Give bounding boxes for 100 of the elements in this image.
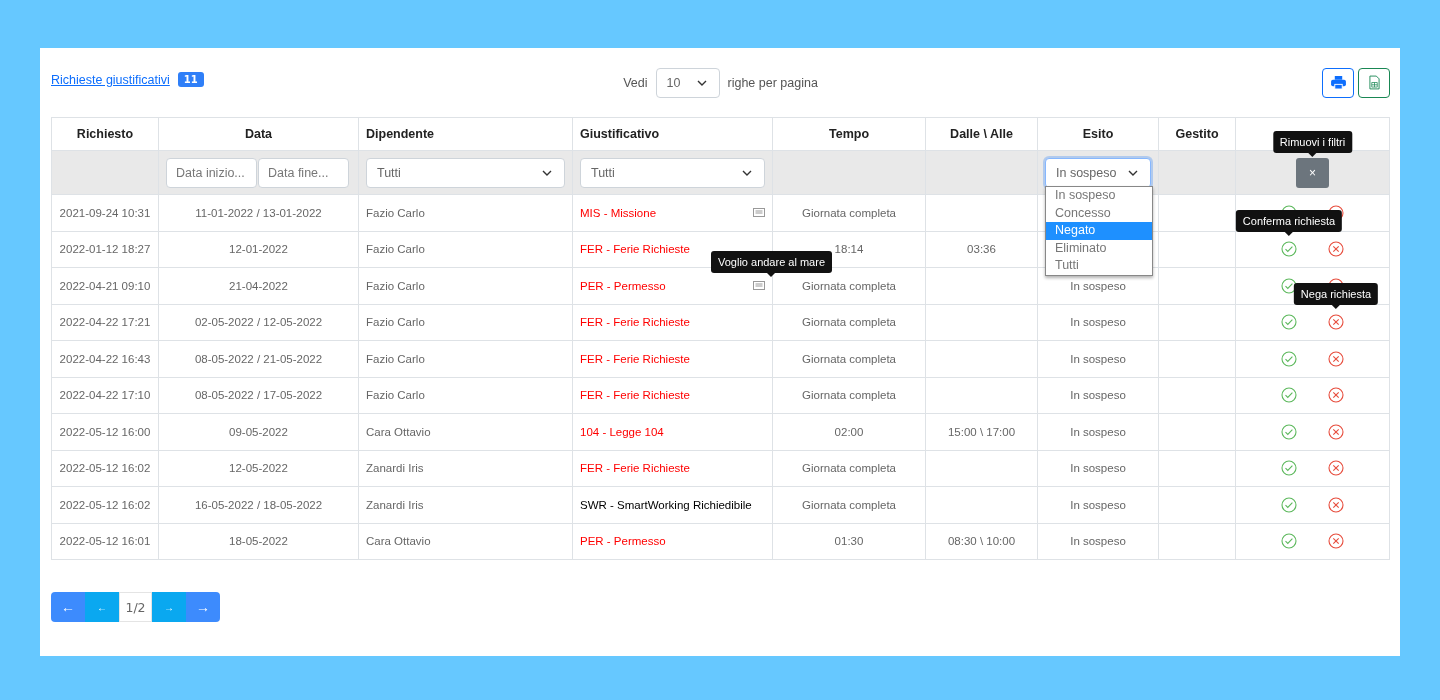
table-cell: Giornata completa [802, 352, 896, 365]
table-cell: 08-05-2022 / 17-05-2022 [194, 389, 323, 402]
table-cell: FER - Ferie Richieste [580, 389, 690, 402]
table-cell: PER - Permesso [580, 279, 666, 292]
table-cell: 2022-05-12 16:00 [59, 425, 151, 438]
pagination-button[interactable]: → [152, 592, 186, 622]
table-cell: In sospeso [1070, 316, 1126, 329]
dropdown-option[interactable]: Tutti [1046, 257, 1152, 275]
check-circle-icon[interactable] [1281, 533, 1297, 550]
table-cell: 15:00 \ 17:00 [947, 425, 1016, 438]
table-cell: 02:00 [834, 425, 864, 438]
table-cell: FER - Ferie Richieste [580, 243, 690, 256]
column-header: Richiesto [76, 127, 134, 141]
page-number: 1/2 [119, 592, 152, 622]
column-header: Esito [1082, 127, 1114, 141]
dropdown-option[interactable]: Negato [1046, 222, 1152, 240]
chevron-icon [696, 79, 707, 86]
table-cell: 09-05-2022 [229, 425, 288, 438]
tooltip: Conferma richiesta [1235, 210, 1343, 233]
table-cell: Giornata completa [802, 316, 896, 329]
check-circle-icon[interactable] [1281, 314, 1297, 331]
table-cell: Cara Ottavio [366, 425, 431, 438]
table-cell: 08-05-2022 / 21-05-2022 [194, 352, 323, 365]
table-cell: In sospeso [1070, 425, 1126, 438]
pagination-button[interactable]: → [186, 592, 220, 622]
pagination-button[interactable]: ← [51, 592, 85, 622]
page-size-select[interactable]: 10 [655, 67, 720, 98]
column-header: Dipendente [366, 127, 435, 141]
outcome-filter-select[interactable]: In sospeso [1045, 157, 1151, 188]
table-cell: Fazio Carlo [366, 316, 425, 329]
table-cell: 2022-05-12 16:02 [59, 498, 151, 511]
per-page-label: righe per pagina [727, 75, 818, 90]
clear-filters-button[interactable]: × [1296, 157, 1329, 188]
show-label: Vedi [623, 75, 648, 90]
table-cell: Fazio Carlo [366, 279, 425, 292]
note-icon[interactable] [753, 281, 765, 291]
column-header: Tempo [828, 127, 869, 141]
table-cell: In sospeso [1070, 498, 1126, 511]
table-cell: 2022-05-12 16:01 [59, 535, 151, 548]
table-cell: 11-01-2022 / 13-01-2022 [195, 206, 322, 219]
table-cell: 2022-04-21 09:10 [59, 279, 151, 292]
check-circle-icon[interactable] [1281, 350, 1297, 367]
table-cell: 104 - Legge 104 [580, 425, 664, 438]
table-cell: 2021-09-24 10:31 [59, 206, 151, 219]
check-circle-icon[interactable] [1281, 460, 1297, 477]
table-cell: 2022-05-12 16:02 [59, 462, 151, 475]
justification-filter-select[interactable]: Tutti [580, 157, 765, 188]
export-button[interactable] [1358, 67, 1390, 98]
print-button[interactable] [1322, 67, 1354, 98]
check-circle-icon[interactable] [1281, 496, 1297, 513]
table-cell: In sospeso [1070, 389, 1126, 402]
table-cell: Giornata completa [802, 206, 896, 219]
column-header: Data [244, 127, 273, 141]
check-circle-icon[interactable] [1281, 241, 1297, 258]
check-circle-icon[interactable] [1281, 423, 1297, 440]
table-cell: Cara Ottavio [366, 535, 431, 548]
dropdown-option[interactable]: In sospeso [1046, 187, 1152, 205]
table-cell: 02-05-2022 / 12-05-2022 [194, 316, 323, 329]
chevron-icon [542, 169, 552, 176]
table-cell: 18-05-2022 [229, 535, 288, 548]
table-cell: 03:36 [967, 243, 996, 256]
table-cell: MIS - Missione [580, 206, 657, 219]
table-cell: In sospeso [1070, 352, 1126, 365]
start-date-field[interactable]: Data inizio... [166, 157, 257, 188]
pagination-button[interactable]: ← [85, 592, 119, 622]
note-icon[interactable] [753, 208, 765, 218]
end-date-field[interactable]: Data fine... [258, 157, 349, 188]
table-cell: Giornata completa [802, 389, 896, 402]
table-cell: Zanardi Iris [366, 462, 424, 475]
table-cell: 01:30 [834, 535, 864, 548]
chevron-icon [1128, 169, 1138, 176]
title-link[interactable]: Richieste giustificativi [51, 72, 170, 87]
table-cell: Fazio Carlo [366, 206, 425, 219]
count-badge: 11 [177, 72, 204, 87]
column-header: Gestito [1175, 127, 1219, 141]
check-circle-icon[interactable] [1281, 387, 1297, 404]
table-cell: In sospeso [1070, 462, 1126, 475]
tooltip: Nega richiesta [1293, 283, 1379, 306]
table-cell: 16-05-2022 / 18-05-2022 [194, 498, 323, 511]
column-header: Dalle \ Alle [950, 127, 1013, 141]
table-cell: 18:14 [834, 243, 864, 256]
employee-filter-select[interactable]: Tutti [366, 157, 565, 188]
table-cell: FER - Ferie Richieste [580, 462, 690, 475]
table-cell: Zanardi Iris [366, 498, 424, 511]
table-cell: 2022-04-22 17:10 [59, 389, 151, 402]
table-cell: In sospeso [1070, 279, 1126, 292]
table-cell: Fazio Carlo [366, 243, 425, 256]
printer-icon [1330, 76, 1346, 89]
table-cell: Fazio Carlo [366, 352, 425, 365]
spreadsheet-file-icon [1368, 75, 1380, 90]
chevron-icon [742, 169, 752, 176]
table-cell: Giornata completa [802, 462, 896, 475]
table-cell: 2022-04-22 16:43 [59, 352, 151, 365]
table-cell: 21-04-2022 [229, 279, 288, 292]
table-cell: FER - Ferie Richieste [580, 352, 690, 365]
table-cell: SWR - SmartWorking Richiedibile [580, 498, 752, 511]
table-cell: FER - Ferie Richieste [580, 316, 690, 329]
table-cell: 12-05-2022 [229, 462, 288, 475]
table-cell: Fazio Carlo [366, 389, 425, 402]
table-cell: Giornata completa [802, 279, 896, 292]
